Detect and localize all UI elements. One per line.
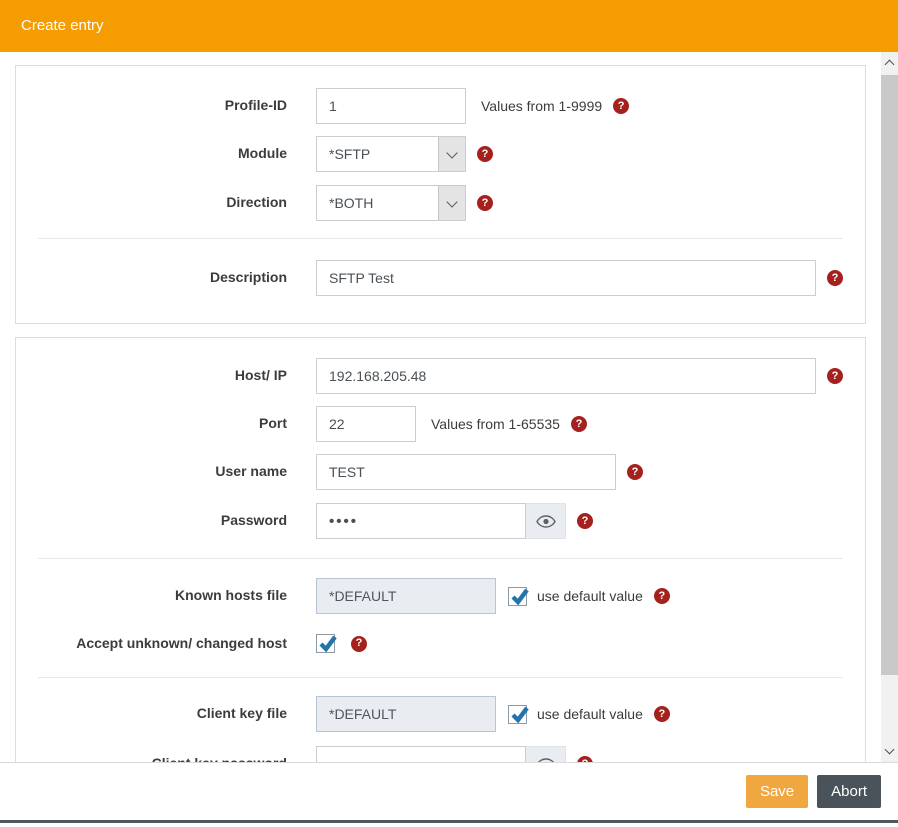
help-icon[interactable] (654, 706, 670, 722)
help-icon[interactable] (577, 513, 593, 529)
checkmark-icon (510, 705, 529, 724)
known-hosts-row: Known hosts file use default value (16, 578, 865, 614)
password-label: Password (16, 512, 287, 530)
show-password-button[interactable] (526, 503, 566, 539)
dialog-header: Create entry (0, 0, 898, 52)
scroll-down-button[interactable] (881, 741, 898, 762)
chevron-down-icon (438, 137, 465, 171)
panel-general: Profile-ID Values from 1-9999 Module *SF… (15, 65, 866, 324)
help-icon[interactable] (827, 270, 843, 286)
show-password-button[interactable] (526, 746, 566, 762)
profile-id-label: Profile-ID (16, 97, 287, 115)
profile-id-hint: Values from 1-9999 (481, 98, 602, 114)
help-icon[interactable] (827, 368, 843, 384)
accept-host-label: Accept unknown/ changed host (16, 635, 287, 653)
port-label: Port (16, 415, 287, 433)
direction-select-value: *BOTH (329, 195, 373, 211)
description-row: Description (16, 260, 865, 296)
module-row: Module *SFTP (16, 136, 865, 172)
username-label: User name (16, 463, 287, 481)
module-select-value: *SFTP (329, 146, 370, 162)
known-hosts-checkbox-label: use default value (537, 588, 643, 604)
direction-label: Direction (16, 194, 287, 212)
client-key-password-row: Client key password (16, 746, 865, 762)
create-entry-dialog: Create entry Profile-ID Values from 1-99… (0, 0, 898, 827)
password-input[interactable] (316, 503, 526, 539)
client-key-checkbox-label: use default value (537, 706, 643, 722)
host-row: Host/ IP (16, 358, 865, 394)
chevron-down-icon (438, 186, 465, 220)
port-input[interactable] (316, 406, 416, 442)
known-hosts-label: Known hosts file (16, 587, 287, 605)
dialog-footer: Save Abort (0, 762, 898, 820)
accept-host-row: Accept unknown/ changed host (16, 634, 865, 653)
eye-icon (536, 515, 556, 528)
direction-select[interactable]: *BOTH (316, 185, 466, 221)
known-hosts-input (316, 578, 496, 614)
scrollbar-thumb[interactable] (881, 75, 898, 675)
client-key-file-label: Client key file (16, 705, 287, 723)
description-input[interactable] (316, 260, 816, 296)
accept-host-checkbox[interactable] (316, 634, 335, 653)
direction-row: Direction *BOTH (16, 185, 865, 221)
abort-button[interactable]: Abort (817, 775, 881, 808)
username-row: User name (16, 454, 865, 490)
help-icon[interactable] (477, 146, 493, 162)
help-icon[interactable] (351, 636, 367, 652)
save-button[interactable]: Save (746, 775, 808, 808)
profile-id-input[interactable] (316, 88, 466, 124)
host-input[interactable] (316, 358, 816, 394)
section-divider (38, 677, 843, 678)
scroll-up-button[interactable] (881, 52, 898, 73)
client-key-file-row: Client key file use default value (16, 696, 865, 732)
checkmark-icon (318, 634, 337, 653)
client-key-password-input[interactable] (316, 746, 526, 762)
profile-id-row: Profile-ID Values from 1-9999 (16, 88, 865, 124)
help-icon[interactable] (654, 588, 670, 604)
known-hosts-default-checkbox[interactable] (508, 587, 527, 606)
panel-connection: Host/ IP Port Values from 1-65535 User n… (15, 337, 866, 762)
description-label: Description (16, 269, 287, 287)
client-key-password-label: Client key password (16, 755, 287, 762)
dialog-bottom-edge (0, 820, 898, 823)
port-hint: Values from 1-65535 (431, 416, 560, 432)
module-select[interactable]: *SFTP (316, 136, 466, 172)
vertical-scrollbar[interactable] (881, 52, 898, 762)
help-icon[interactable] (627, 464, 643, 480)
help-icon[interactable] (477, 195, 493, 211)
username-input[interactable] (316, 454, 616, 490)
password-row: Password (16, 503, 865, 539)
client-key-file-input (316, 696, 496, 732)
form-content: Profile-ID Values from 1-9999 Module *SF… (0, 52, 881, 762)
client-key-default-checkbox[interactable] (508, 705, 527, 724)
module-label: Module (16, 145, 287, 163)
section-divider (38, 238, 843, 239)
help-icon[interactable] (613, 98, 629, 114)
help-icon[interactable] (571, 416, 587, 432)
checkmark-icon (510, 587, 529, 606)
dialog-title: Create entry (21, 17, 104, 34)
host-label: Host/ IP (16, 367, 287, 385)
section-divider (38, 558, 843, 559)
port-row: Port Values from 1-65535 (16, 406, 865, 442)
